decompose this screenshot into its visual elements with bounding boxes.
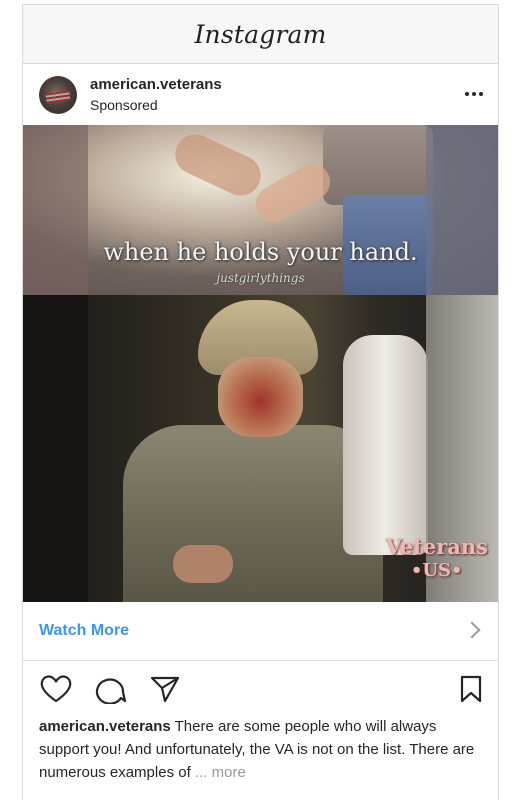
comment-icon[interactable] — [95, 674, 127, 704]
instagram-frame: Instagram american.veterans Sponsored wh… — [22, 4, 499, 800]
avatar-flag — [45, 90, 71, 104]
caption-more-link[interactable]: more — [207, 764, 246, 781]
post-caption: american.veterans There are some people … — [39, 715, 479, 784]
instagram-logo[interactable]: Instagram — [194, 20, 326, 49]
post-media[interactable]: when he holds your hand. justgirlythings… — [23, 125, 498, 602]
bookmark-icon[interactable] — [459, 674, 483, 704]
heart-icon[interactable] — [39, 674, 73, 704]
veterans-watermark: Veterans •US• — [385, 535, 488, 583]
caption-username[interactable]: american.veterans — [39, 718, 171, 735]
sponsored-label[interactable]: Sponsored — [90, 97, 158, 113]
post-username[interactable]: american.veterans — [90, 76, 222, 93]
avatar[interactable] — [39, 76, 77, 114]
media-top-panel: when he holds your hand. justgirlythings — [23, 125, 498, 295]
chevron-right-icon[interactable] — [463, 621, 481, 639]
meme-subcaption: justgirlythings — [216, 271, 305, 285]
caption-ellipsis: ... — [194, 764, 208, 781]
share-icon[interactable] — [149, 674, 181, 704]
watch-more-button[interactable]: Watch More — [39, 622, 129, 640]
watermark-line1: Veterans — [385, 534, 488, 559]
watch-more-bar[interactable]: Watch More — [23, 602, 498, 661]
top-bar: Instagram — [23, 5, 498, 64]
more-options-icon[interactable] — [462, 84, 486, 104]
post-header: american.veterans Sponsored — [23, 64, 498, 124]
meme-caption: when he holds your hand. — [103, 238, 418, 266]
watermark-line2: •US• — [410, 560, 463, 581]
media-bottom-panel: Veterans •US• — [23, 295, 498, 602]
action-bar — [23, 670, 498, 710]
